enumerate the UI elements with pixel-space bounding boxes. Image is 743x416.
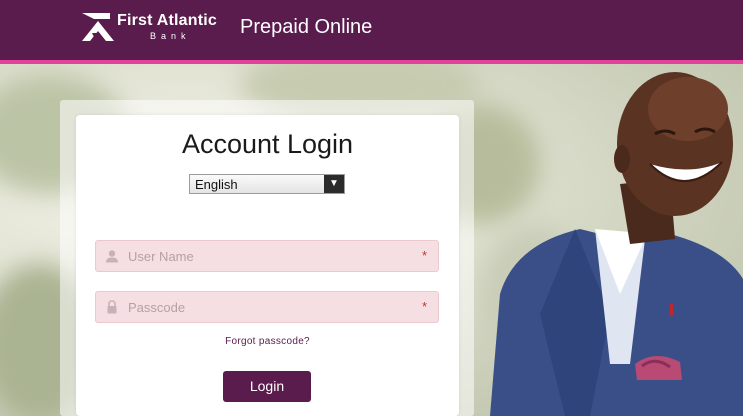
lock-icon	[107, 300, 117, 314]
brand-name: First Atlantic	[117, 12, 217, 29]
passcode-field[interactable]: Passcode *	[95, 291, 439, 323]
forgot-passcode-link[interactable]: Forgot passcode?	[76, 336, 459, 347]
passcode-placeholder: Passcode	[128, 300, 186, 315]
username-placeholder: User Name	[128, 249, 194, 264]
user-icon	[106, 250, 118, 263]
login-title: Account Login	[181, 129, 354, 159]
app-title: Prepaid Online	[240, 16, 373, 38]
chevron-down-icon[interactable]: ▼	[324, 175, 344, 193]
fab-logo-icon[interactable]	[80, 11, 116, 43]
smiling-man-photo	[490, 72, 743, 416]
language-select[interactable]: English ▼	[189, 174, 345, 194]
username-field[interactable]: User Name *	[95, 240, 439, 272]
login-button[interactable]: Login	[223, 371, 311, 402]
passcode-required-marker: *	[421, 299, 427, 314]
login-panel: Account Login English ▼ User Name * Pass…	[76, 115, 459, 416]
language-select-value: English	[195, 177, 238, 192]
brand-subtitle: Bank	[150, 31, 191, 41]
app-header: First Atlantic Bank Prepaid Online	[0, 0, 743, 60]
username-required-marker: *	[421, 248, 427, 263]
